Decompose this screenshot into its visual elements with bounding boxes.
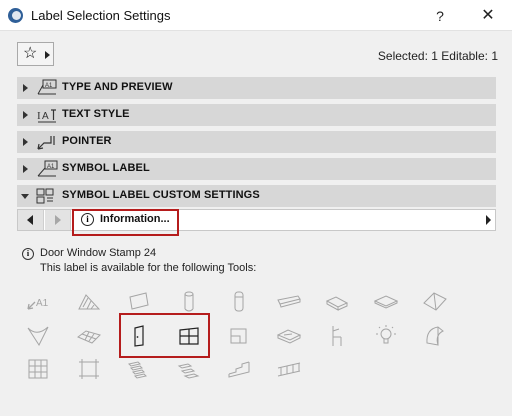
wall-tool-icon — [126, 289, 152, 315]
highlight-frame — [72, 209, 179, 236]
panel-label: SYMBOL LABEL CUSTOM SETTINGS — [62, 189, 260, 201]
previous-page-button[interactable] — [18, 210, 44, 230]
page-menu-arrow-icon[interactable] — [486, 215, 491, 225]
expand-arrow-icon[interactable] — [23, 138, 28, 146]
panel-symbol-label[interactable]: A1 SYMBOL LABEL — [17, 158, 496, 180]
landing-tool-icon — [176, 356, 202, 382]
tools-description-text: This label is available for the followin… — [40, 262, 257, 274]
selected-editable-info: Selected: 1 Editable: 1 — [377, 49, 498, 63]
slab-tool-icon — [373, 289, 399, 315]
next-page-button[interactable] — [45, 210, 71, 230]
skylight-tool-icon — [226, 323, 252, 349]
panel-type-and-preview[interactable]: A1 TYPE AND PREVIEW — [17, 77, 496, 99]
label-name-text: Door Window Stamp 24 — [40, 247, 157, 259]
info-icon: i — [22, 248, 34, 260]
expand-arrow-icon[interactable] — [23, 165, 28, 173]
fill-tool-icon — [76, 289, 102, 315]
riser-tool-icon — [226, 356, 252, 382]
dropdown-arrow-icon — [45, 51, 50, 59]
star-icon: ☆ — [23, 45, 38, 62]
expand-arrow-icon[interactable] — [23, 84, 28, 92]
text-label-tool-icon: A1 — [25, 289, 51, 315]
mesh-tool-icon — [76, 323, 102, 349]
svg-text:A1: A1 — [45, 83, 53, 89]
symbol-label-icon: A1 — [37, 160, 58, 177]
expand-arrow-icon[interactable] — [23, 111, 28, 119]
text-style-icon: I A — [37, 109, 56, 123]
window-title: Label Selection Settings — [31, 8, 171, 23]
railing-tool-icon — [276, 356, 302, 382]
stair-flight-tool-icon — [324, 289, 350, 315]
panel-symbol-label-custom-settings[interactable]: SYMBOL LABEL CUSTOM SETTINGS — [17, 185, 496, 207]
highlight-frame — [119, 313, 210, 358]
curtain-wall-tool-icon — [25, 356, 51, 382]
object-tool-icon — [324, 323, 350, 349]
zone-tool-icon — [276, 323, 302, 349]
collapse-arrow-icon[interactable] — [21, 194, 29, 199]
panel-pointer[interactable]: POINTER — [17, 131, 496, 153]
roof-tool-icon — [422, 289, 448, 315]
panel-label: TEXT STYLE — [62, 108, 130, 120]
app-logo-icon — [8, 8, 23, 23]
frame-tool-icon — [76, 356, 102, 382]
title-bar: Label Selection Settings ? ✕ — [0, 0, 512, 31]
svg-text:A: A — [42, 111, 49, 122]
morph-tool-icon — [422, 323, 448, 349]
favorites-button[interactable]: ☆ — [17, 42, 54, 66]
panel-label: SYMBOL LABEL — [62, 162, 150, 174]
pointer-icon — [37, 136, 55, 150]
type-preview-icon: A1 — [37, 79, 57, 95]
svg-text:A1: A1 — [47, 164, 55, 170]
column-alt-tool-icon — [226, 289, 252, 315]
panel-label: POINTER — [62, 135, 112, 147]
help-button[interactable]: ? — [428, 4, 452, 28]
svg-text:I: I — [37, 110, 41, 122]
lamp-tool-icon — [373, 323, 399, 349]
panel-text-style[interactable]: I A TEXT STYLE — [17, 104, 496, 126]
svg-text:A1: A1 — [36, 298, 49, 309]
stair-tool-icon — [126, 356, 152, 382]
close-button[interactable]: ✕ — [474, 4, 502, 28]
shell-tool-icon — [25, 323, 51, 349]
panel-label: TYPE AND PREVIEW — [62, 81, 173, 93]
column-tool-icon — [176, 289, 202, 315]
custom-settings-icon — [36, 188, 54, 204]
beam-tool-icon — [276, 289, 302, 315]
